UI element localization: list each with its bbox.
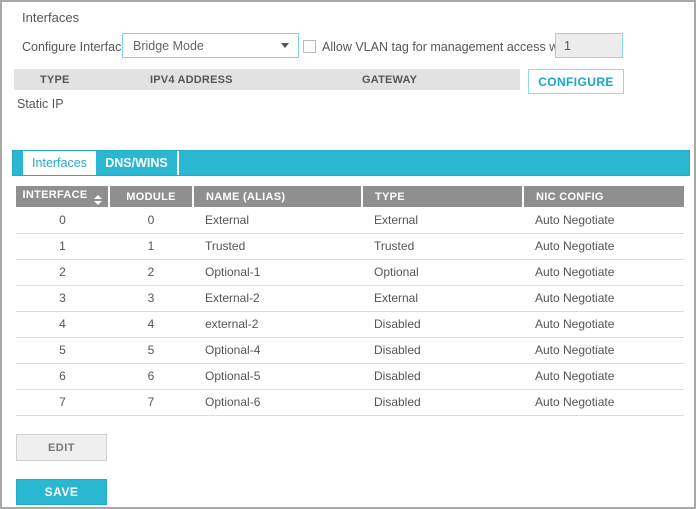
cell-type: Disabled — [362, 311, 523, 337]
cell-module: 1 — [109, 233, 193, 259]
column-header-module[interactable]: MODULE — [109, 186, 193, 207]
cell-name: Trusted — [193, 233, 362, 259]
table-row[interactable]: 6 6 Optional-5 Disabled Auto Negotiate — [16, 363, 684, 389]
column-header-name[interactable]: NAME (ALIAS) — [193, 186, 362, 207]
tab-dns-wins[interactable]: DNS/WINS — [96, 151, 179, 175]
cell-type: Disabled — [362, 337, 523, 363]
cell-name: external-2 — [193, 311, 362, 337]
tab-bar: Interfaces DNS/WINS — [12, 150, 690, 176]
page-title: Interfaces — [22, 10, 79, 25]
cell-interface: 2 — [16, 259, 109, 285]
cell-name: External-2 — [193, 285, 362, 311]
cell-name: Optional-5 — [193, 363, 362, 389]
cell-type: Disabled — [362, 389, 523, 415]
column-header-interface[interactable]: INTERFACE — [16, 186, 109, 207]
cell-interface: 0 — [16, 207, 109, 233]
table-row[interactable]: 1 1 Trusted Trusted Auto Negotiate — [16, 233, 684, 259]
cell-nic: Auto Negotiate — [523, 363, 684, 389]
cell-nic: Auto Negotiate — [523, 259, 684, 285]
cell-name: Optional-6 — [193, 389, 362, 415]
cell-type: External — [362, 207, 523, 233]
cell-module: 0 — [109, 207, 193, 233]
cell-interface: 5 — [16, 337, 109, 363]
save-button[interactable]: SAVE — [16, 479, 107, 505]
table-row[interactable]: 2 2 Optional-1 Optional Auto Negotiate — [16, 259, 684, 285]
tab-interfaces[interactable]: Interfaces — [23, 151, 96, 175]
table-row[interactable]: 5 5 Optional-4 Disabled Auto Negotiate — [16, 337, 684, 363]
cell-type: Disabled — [362, 363, 523, 389]
table-row[interactable]: 7 7 Optional-6 Disabled Auto Negotiate — [16, 389, 684, 415]
cell-interface: 1 — [16, 233, 109, 259]
cell-nic: Auto Negotiate — [523, 389, 684, 415]
cell-type: Trusted — [362, 233, 523, 259]
interfaces-table: INTERFACE MODULE NAME (ALIAS) TYPE NIC C… — [16, 186, 684, 416]
summary-header-gateway: GATEWAY — [362, 74, 417, 86]
cell-nic: Auto Negotiate — [523, 285, 684, 311]
cell-module: 6 — [109, 363, 193, 389]
edit-button[interactable]: EDIT — [16, 434, 107, 461]
cell-name: External — [193, 207, 362, 233]
cell-interface: 4 — [16, 311, 109, 337]
vlan-tag-checkbox[interactable] — [303, 40, 316, 53]
cell-interface: 6 — [16, 363, 109, 389]
cell-nic: Auto Negotiate — [523, 207, 684, 233]
interface-mode-value: Bridge Mode — [133, 39, 204, 53]
cell-name: Optional-4 — [193, 337, 362, 363]
cell-nic: Auto Negotiate — [523, 311, 684, 337]
table-row[interactable]: 3 3 External-2 External Auto Negotiate — [16, 285, 684, 311]
cell-module: 4 — [109, 311, 193, 337]
cell-module: 2 — [109, 259, 193, 285]
summary-header-ipv4: IPV4 ADDRESS — [150, 74, 362, 86]
table-row[interactable]: 0 0 External External Auto Negotiate — [16, 207, 684, 233]
table-header-row: INTERFACE MODULE NAME (ALIAS) TYPE NIC C… — [16, 186, 684, 207]
summary-type-value: Static IP — [17, 97, 64, 111]
interface-mode-select[interactable]: Bridge Mode — [122, 33, 299, 58]
column-header-nic[interactable]: NIC CONFIG — [523, 186, 684, 207]
chevron-down-icon — [281, 43, 289, 48]
cell-name: Optional-1 — [193, 259, 362, 285]
configure-button[interactable]: CONFIGURE — [528, 69, 624, 94]
table-row[interactable]: 4 4 external-2 Disabled Auto Negotiate — [16, 311, 684, 337]
cell-type: Optional — [362, 259, 523, 285]
interfaces-page: Interfaces Configure Interfaces in Bridg… — [0, 0, 696, 509]
column-header-interface-label: INTERFACE — [22, 189, 87, 201]
cell-module: 3 — [109, 285, 193, 311]
cell-nic: Auto Negotiate — [523, 337, 684, 363]
vlan-id-input[interactable] — [555, 33, 623, 58]
summary-table-header: TYPE IPV4 ADDRESS GATEWAY — [14, 69, 520, 90]
sort-icon — [94, 195, 102, 205]
cell-nic: Auto Negotiate — [523, 233, 684, 259]
column-header-type[interactable]: TYPE — [362, 186, 523, 207]
cell-interface: 3 — [16, 285, 109, 311]
cell-interface: 7 — [16, 389, 109, 415]
cell-type: External — [362, 285, 523, 311]
summary-header-type: TYPE — [40, 74, 150, 86]
cell-module: 5 — [109, 337, 193, 363]
cell-module: 7 — [109, 389, 193, 415]
